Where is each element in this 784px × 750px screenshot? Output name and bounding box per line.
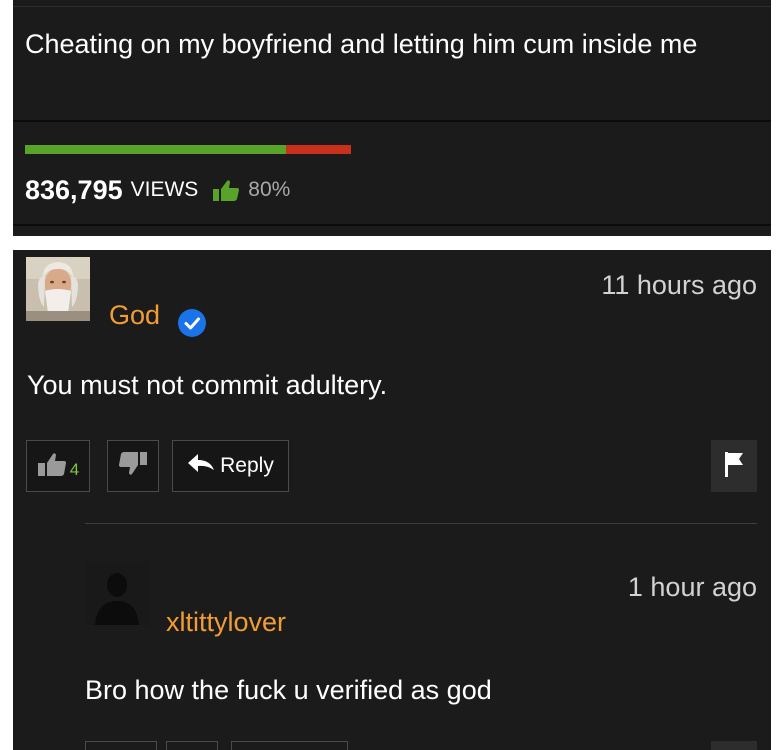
default-user-silhouette[interactable] bbox=[85, 561, 149, 625]
reply-reply-button[interactable] bbox=[231, 741, 348, 750]
reply-like-button[interactable] bbox=[85, 741, 157, 750]
flag-button[interactable] bbox=[711, 440, 757, 492]
divider bbox=[13, 6, 771, 7]
thumbs-up-icon bbox=[37, 451, 67, 482]
comment-card: God 11 hours ago You must not commit adu… bbox=[13, 250, 771, 750]
dislike-button[interactable] bbox=[107, 440, 159, 492]
god-portrait-avatar[interactable] bbox=[26, 257, 90, 321]
comment-username[interactable]: God bbox=[109, 300, 160, 331]
verified-check-icon bbox=[177, 308, 207, 338]
thumbs-up-icon bbox=[212, 178, 240, 202]
views-count: 836,795 bbox=[25, 174, 123, 205]
reply-timestamp: 1 hour ago bbox=[627, 572, 757, 602]
reply-label: Reply bbox=[220, 454, 274, 477]
divider bbox=[13, 120, 771, 122]
rating-bar bbox=[25, 145, 351, 154]
video-stats: 836,795 VIEWS 80% bbox=[25, 172, 290, 208]
flag-icon bbox=[722, 450, 746, 483]
reply-dislike-button[interactable] bbox=[166, 741, 218, 750]
rating-percent: 80% bbox=[248, 178, 291, 201]
reply-username[interactable]: xltittylover bbox=[166, 607, 286, 638]
views-label: VIEWS bbox=[130, 178, 199, 201]
video-info-card: Cheating on my boyfriend and letting him… bbox=[13, 0, 771, 236]
rating-bar-fill bbox=[25, 145, 286, 154]
reply-divider bbox=[85, 523, 757, 524]
video-title[interactable]: Cheating on my boyfriend and letting him… bbox=[25, 24, 725, 64]
reply-flag-button[interactable] bbox=[711, 741, 757, 750]
thumbs-down-icon bbox=[118, 451, 148, 482]
like-button[interactable]: 4 bbox=[26, 440, 90, 492]
comment-text: You must not commit adultery. bbox=[27, 370, 388, 400]
comment-timestamp: 11 hours ago bbox=[601, 270, 757, 300]
reply-button[interactable]: Reply bbox=[172, 440, 289, 492]
reply-arrow-icon bbox=[187, 453, 215, 479]
like-count: 4 bbox=[69, 460, 80, 479]
reply-text: Bro how the fuck u verified as god bbox=[85, 675, 492, 705]
divider bbox=[13, 224, 771, 226]
